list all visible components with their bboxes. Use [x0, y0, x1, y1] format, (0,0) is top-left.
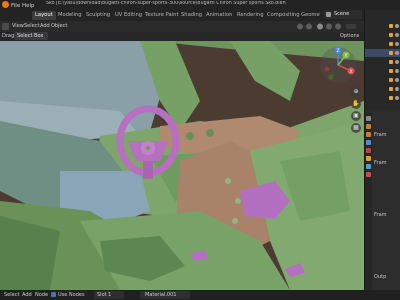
visibility-eye-icon[interactable] [395, 87, 399, 91]
overlay-icon [297, 23, 303, 30]
outliner-row[interactable] [365, 67, 400, 75]
tab-texture-paint[interactable]: Texture Paint [142, 11, 181, 20]
outliner-row[interactable] [365, 85, 400, 93]
tab-layout[interactable]: Layout [32, 11, 56, 20]
tab-geometry[interactable]: Geome [298, 11, 323, 20]
render-tab-icon[interactable] [366, 124, 371, 129]
visibility-eye-icon[interactable] [395, 60, 399, 64]
object-icon [389, 33, 393, 37]
menu-help[interactable]: Help [22, 3, 35, 9]
perspective-grid-icon[interactable]: ▦ [351, 123, 361, 133]
outliner-row[interactable] [365, 94, 400, 102]
menu-select[interactable]: Select [24, 23, 39, 29]
rendered-shading-icon [335, 23, 341, 30]
object-icon [389, 78, 393, 82]
tab-modeling[interactable]: Modeling [55, 11, 85, 20]
visibility-eye-icon[interactable] [395, 42, 399, 46]
scene-selector[interactable]: Scene [324, 10, 362, 19]
menu-file[interactable]: File [11, 3, 20, 9]
viewport-shading-icons[interactable] [296, 22, 362, 31]
gizmo-z-label: Z [336, 48, 339, 54]
right-panel: Fram Fram Fram Outp [364, 10, 400, 290]
status-node[interactable]: Node [35, 292, 48, 298]
tab-rendering[interactable]: Rendering [234, 11, 267, 20]
tab-uv-editing[interactable]: UV Editing [112, 11, 145, 20]
object-icon [389, 96, 393, 100]
material-shading-icon [326, 23, 332, 30]
object-icon [389, 69, 393, 73]
output-tab-icon[interactable] [366, 132, 371, 137]
camera-view-icon[interactable]: ▣ [351, 111, 361, 121]
object-icon [389, 42, 393, 46]
car-interior-render [0, 41, 364, 290]
slot-label: Slot 1 [97, 292, 112, 298]
material-tab-icon[interactable] [366, 172, 371, 177]
scene-label: Scene [334, 11, 350, 17]
tab-animation[interactable]: Animation [203, 11, 235, 20]
property-label: Fram [374, 212, 387, 218]
tool-header: Drag: Select Box Options [0, 32, 364, 41]
status-select[interactable]: Select [4, 292, 19, 298]
tab-shading[interactable]: Shading [178, 11, 205, 20]
outliner-row-selected[interactable] [365, 49, 400, 57]
visibility-eye-icon[interactable] [395, 78, 399, 82]
visibility-eye-icon[interactable] [395, 69, 399, 73]
slot-dropdown[interactable]: Slot 1 [94, 291, 124, 299]
object-icon [389, 51, 393, 55]
status-bar: Select Add Node Use Nodes Slot 1 Materia… [0, 290, 400, 300]
shading-dropdown-icon [346, 24, 356, 29]
object-icon [389, 60, 393, 64]
tab-compositing[interactable]: Compositing [264, 11, 303, 20]
object-icon [389, 24, 393, 28]
visibility-eye-icon[interactable] [395, 24, 399, 28]
property-label: Outp [374, 274, 387, 280]
outliner-row[interactable] [365, 31, 400, 39]
world-tab-icon[interactable] [366, 148, 371, 153]
gizmo-y-label: Y [344, 53, 348, 59]
tool-tab-icon[interactable] [366, 116, 371, 121]
outliner-row[interactable] [365, 40, 400, 48]
object-icon [389, 87, 393, 91]
visibility-eye-icon[interactable] [395, 96, 399, 100]
top-menu-bar: File Help Sko [E:\yasu\download\bugatti-… [0, 0, 400, 21]
property-label: Fram [374, 132, 387, 138]
scene-tab-icon[interactable] [366, 140, 371, 145]
outliner[interactable] [365, 10, 400, 110]
object-tab-icon[interactable] [366, 156, 371, 161]
menu-object[interactable]: Object [51, 23, 67, 29]
properties-tabs [365, 112, 372, 290]
solid-shading-icon [317, 23, 323, 30]
visibility-eye-icon[interactable] [395, 51, 399, 55]
gizmo-x-label: X [349, 69, 352, 75]
use-nodes-checkbox[interactable] [51, 292, 56, 297]
outliner-row[interactable] [365, 58, 400, 66]
modifier-tab-icon[interactable] [366, 164, 371, 169]
menu-view[interactable]: View [12, 23, 24, 29]
select-mode-dropdown[interactable]: Select Box [14, 32, 48, 40]
scene-icon [326, 12, 331, 17]
properties-editor[interactable]: Fram Fram Fram Outp [365, 112, 400, 290]
tab-sculpting[interactable]: Sculpting [83, 11, 113, 20]
viewport-header: View Select Add Object [0, 21, 364, 32]
outliner-row[interactable] [365, 22, 400, 30]
material-label: Material.001 [145, 292, 177, 298]
navigation-gizmo[interactable]: Z X Y [318, 45, 358, 85]
menu-add[interactable]: Add [40, 23, 50, 29]
xray-icon [306, 23, 312, 30]
select-mode-label: Select Box [17, 33, 44, 39]
material-selector[interactable]: Material.001 [140, 291, 190, 299]
window-title: Sko [E:\yasu\download\bugatti-chiron-sup… [46, 1, 286, 6]
zoom-icon[interactable]: ⊕ [351, 87, 361, 97]
status-add[interactable]: Add [22, 292, 32, 298]
pan-hand-icon[interactable]: ✋ [351, 99, 361, 109]
status-use-nodes: Use Nodes [58, 292, 85, 298]
blender-logo-icon[interactable] [2, 1, 9, 8]
property-label: Fram [374, 160, 387, 166]
options-dropdown[interactable]: Options [340, 33, 359, 39]
visibility-eye-icon[interactable] [395, 33, 399, 37]
3d-viewport[interactable]: Z X Y ⊕ ✋ ▣ ▦ [0, 41, 364, 290]
outliner-row[interactable] [365, 76, 400, 84]
editor-type-icon[interactable] [2, 23, 9, 30]
